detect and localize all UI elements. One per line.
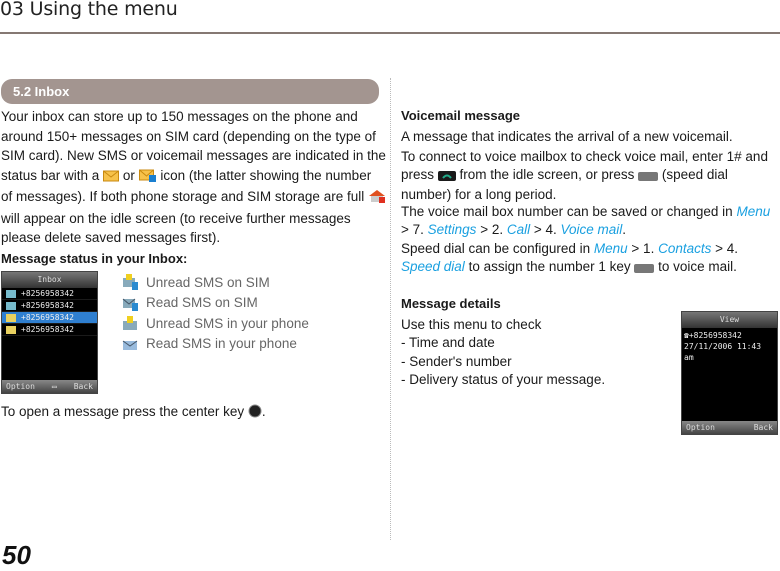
inbox-screen-image: Inbox +8256958342 +8256958342 +825695834… bbox=[1, 271, 98, 394]
new-messages-count-icon bbox=[138, 168, 157, 188]
sender-number: ☎+8256958342 bbox=[684, 331, 742, 340]
open-message-text: To open a message press the center key . bbox=[1, 402, 266, 424]
one-key-icon bbox=[634, 260, 655, 278]
center-key-icon bbox=[248, 404, 262, 424]
inbox-row-selected: +8256958342 bbox=[2, 312, 97, 324]
inbox-row: +8256958342 bbox=[2, 288, 97, 300]
menu-link[interactable]: Menu bbox=[594, 241, 628, 256]
message-icon bbox=[6, 289, 16, 298]
inbox-row: +8256958342 bbox=[2, 324, 97, 336]
message-datetime: 27/11/2006 11:43 am bbox=[684, 342, 762, 362]
unread-phone-sms-icon bbox=[123, 316, 137, 331]
voicemail-connect: To connect to voice mailbox to check voi… bbox=[401, 149, 768, 202]
details-intro: Use this menu to check bbox=[401, 317, 542, 332]
view-screen-title: View bbox=[682, 312, 777, 328]
column-divider bbox=[390, 78, 391, 540]
voicemail-desc: A message that indicates the arrival of … bbox=[401, 129, 733, 144]
details-list: - Time and date - Sender's number - Deli… bbox=[401, 334, 605, 390]
settings-link[interactable]: Settings bbox=[428, 222, 477, 237]
one-key-icon bbox=[638, 168, 659, 186]
unread-sim-sms-icon bbox=[123, 274, 138, 291]
voice-mail-link[interactable]: Voice mail bbox=[561, 222, 623, 237]
view-screen-image: View ☎+8256958342 27/11/2006 11:43 am Op… bbox=[681, 311, 778, 435]
details-item: - Sender's number bbox=[401, 353, 512, 369]
contacts-link[interactable]: Contacts bbox=[658, 241, 711, 256]
speed-dial-link[interactable]: Speed dial bbox=[401, 259, 465, 274]
status-legend: Unread SMS on SIM Read SMS on SIM Unread… bbox=[122, 272, 309, 354]
read-sim-sms-icon bbox=[122, 298, 138, 311]
message-details-heading: Message details bbox=[401, 296, 501, 311]
details-item: - Time and date bbox=[401, 335, 495, 350]
menu-link[interactable]: Menu bbox=[736, 204, 770, 219]
status-item: Unread SMS in your phone bbox=[122, 313, 309, 334]
center-key-icon: ▭ bbox=[51, 382, 57, 391]
header-rule bbox=[0, 32, 780, 34]
status-item: Unread SMS on SIM bbox=[122, 272, 309, 293]
view-softkeys: Option Back bbox=[682, 421, 777, 434]
message-icon bbox=[6, 313, 16, 322]
inbox-softkeys: Option ▭ Back bbox=[2, 380, 97, 393]
voicemail-heading: Voicemail message bbox=[401, 108, 520, 123]
chapter-title: 03 Using the menu bbox=[0, 0, 178, 20]
inbox-screen-title: Inbox bbox=[2, 272, 97, 288]
call-link[interactable]: Call bbox=[507, 222, 530, 237]
status-item: Read SMS on SIM bbox=[122, 293, 309, 314]
page-number: 50 bbox=[2, 540, 31, 570]
section-header: 5.2 Inbox bbox=[1, 79, 379, 104]
speed-dial-path: Speed dial can be configured in Menu > 1… bbox=[401, 240, 777, 278]
message-icon bbox=[6, 301, 16, 310]
details-item: - Delivery status of your message. bbox=[401, 372, 606, 387]
memory-full-icon bbox=[368, 189, 386, 209]
send-key-icon bbox=[437, 168, 456, 186]
status-heading: Message status in your Inbox: bbox=[1, 251, 188, 266]
voicemail-settings-path: The voice mail box number can be saved o… bbox=[401, 204, 771, 237]
inbox-intro: Your inbox can store up to 150 messages … bbox=[1, 109, 386, 245]
status-item: Read SMS in your phone bbox=[122, 334, 309, 355]
new-message-icon bbox=[103, 168, 120, 188]
inbox-row: +8256958342 bbox=[2, 300, 97, 312]
read-phone-sms-icon bbox=[122, 340, 138, 350]
message-icon bbox=[6, 325, 16, 334]
